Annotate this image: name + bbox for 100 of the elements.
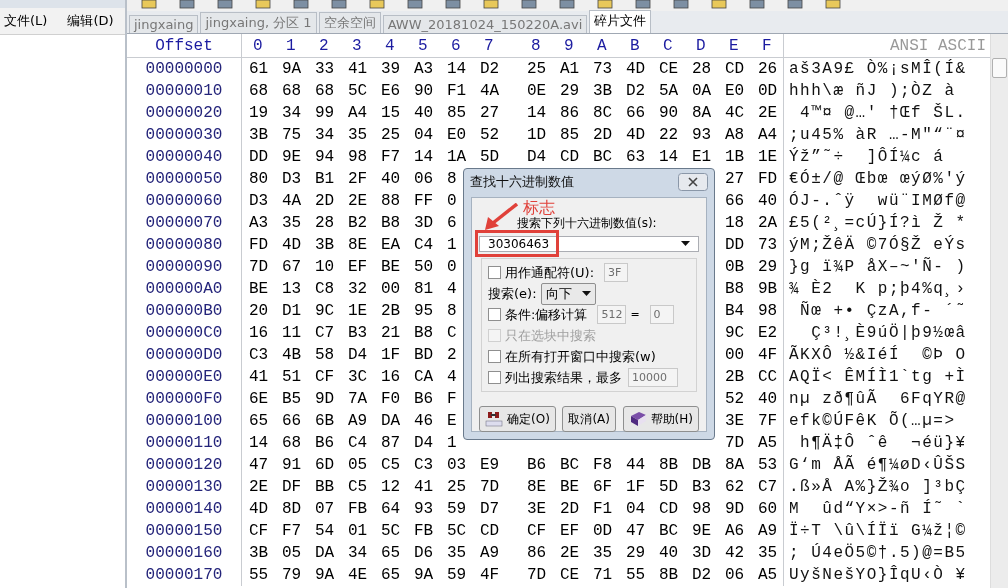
column-header: B xyxy=(629,36,641,55)
column-header: 3 xyxy=(351,36,363,55)
hex-cell-text: 19 xyxy=(249,104,270,122)
column-header: C xyxy=(662,36,674,55)
hex-cell: 2 xyxy=(447,346,457,364)
menu-item[interactable]: 编辑(D) xyxy=(67,12,114,30)
offset-cell: 00000080 xyxy=(127,234,242,256)
hex-cell-text: BD xyxy=(414,346,435,364)
offset-cell: 00000030 xyxy=(127,124,242,146)
checkbox[interactable] xyxy=(488,350,501,363)
hex-cell-text: 61 xyxy=(249,60,270,78)
hex-cell-text: CF xyxy=(249,522,270,540)
toolbar-icon[interactable] xyxy=(711,0,727,9)
hex-cell-text: 4C xyxy=(725,104,746,122)
hex-cell-text: D4 xyxy=(414,434,435,452)
toolbar-icon[interactable] xyxy=(521,0,537,9)
tab[interactable]: jingxaing xyxy=(129,15,199,33)
hex-cell: F xyxy=(447,390,457,408)
hex-cell-text: 1F xyxy=(626,478,647,496)
hex-cell-text: C3 xyxy=(249,346,270,364)
scrollbar-thumb[interactable] xyxy=(992,58,1007,78)
hex-cell-text: 27 xyxy=(725,170,746,188)
dialog-button[interactable]: 帮助(H) xyxy=(622,406,699,432)
hex-cell-text: 4E xyxy=(348,566,369,584)
column-header: A xyxy=(596,36,608,55)
hex-cell-text: 4A xyxy=(480,82,501,100)
hex-cell-text: 25 xyxy=(381,126,402,144)
toolbar-icon[interactable] xyxy=(559,0,575,9)
scrollbar[interactable] xyxy=(990,34,1008,588)
hex-cell-text: 65 xyxy=(381,566,402,584)
option-label: 搜索(e): xyxy=(488,284,537,303)
hex-cell-text: 11 xyxy=(282,324,303,342)
hex-cell-text: BC xyxy=(593,148,614,166)
dialog-button[interactable]: 确定(O) xyxy=(479,406,556,432)
hex-cell-text: 58 xyxy=(315,346,336,364)
checkbox[interactable] xyxy=(488,371,501,384)
hex-value-combobox[interactable]: 30306463 xyxy=(479,236,699,252)
tab[interactable]: jingxaing, 分区 1 xyxy=(200,12,317,33)
hex-cell-text: C5 xyxy=(381,456,402,474)
close-icon[interactable] xyxy=(678,173,708,191)
tab[interactable]: AWW_20181024_150220A.avi xyxy=(382,15,588,33)
hex-cell-text: 7D xyxy=(249,258,270,276)
toolbar-icon[interactable] xyxy=(407,0,423,9)
toolbar-icon[interactable] xyxy=(483,0,499,9)
hex-cell-text: 66 xyxy=(725,192,746,210)
hex-cell-text: 79 xyxy=(282,566,303,584)
hex-cell-text: 2E xyxy=(758,104,779,122)
hex-cell-text: 1F xyxy=(381,346,402,364)
toolbar-icon[interactable] xyxy=(749,0,765,9)
hex-cell-text: EA xyxy=(381,236,402,254)
hex-cell-text: DF xyxy=(282,478,303,496)
hex-cell-text: 3B xyxy=(249,544,270,562)
toolbar-icon[interactable] xyxy=(787,0,803,9)
hex-cell-text: 34 xyxy=(282,104,303,122)
hex-cell-text: D2 xyxy=(480,60,501,78)
hex-cell: 6 xyxy=(447,214,457,232)
hex-cell-text: A5 xyxy=(758,566,779,584)
direction-dropdown[interactable]: 向下 xyxy=(540,282,596,305)
toolbar-icon[interactable] xyxy=(255,0,271,9)
toolbar-icon[interactable] xyxy=(673,0,689,9)
hex-cell-text: 28 xyxy=(315,214,336,232)
hex-cell-text: CF xyxy=(527,522,548,540)
hex-cell-text: 06 xyxy=(414,170,435,188)
hex-cell-text: 4D xyxy=(626,126,647,144)
tab[interactable]: 碎片文件 xyxy=(589,10,652,33)
tab[interactable]: 空余空间 xyxy=(318,12,381,33)
hex-cell-text: 66 xyxy=(626,104,647,122)
dialog-button[interactable]: 取消(A) xyxy=(562,406,616,432)
toolbar-icon[interactable] xyxy=(369,0,385,9)
hex-cell-text: 05 xyxy=(348,456,369,474)
hex-cell-text: 21 xyxy=(381,324,402,342)
offset-cell: 00000000 xyxy=(127,58,242,80)
toolbar-icon[interactable] xyxy=(445,0,461,9)
hex-cell-text: DA xyxy=(315,544,336,562)
hex-cell-text: CD xyxy=(659,500,680,518)
toolbar-icon[interactable] xyxy=(141,0,157,9)
checkbox[interactable] xyxy=(488,308,501,321)
hex-cell-text: D1 xyxy=(282,302,303,320)
hex-cell-text: B2 xyxy=(348,214,369,232)
annotation-arrow xyxy=(484,203,518,231)
hex-cell-text: 59 xyxy=(447,500,468,518)
hex-cell-text: 6F xyxy=(593,478,614,496)
hex-cell-text: 35 xyxy=(758,544,779,562)
toolbar-icon[interactable] xyxy=(179,0,195,9)
ansi-text: efk©ÚFêK Õ(…µ=> xyxy=(788,412,957,430)
toolbar-icon[interactable] xyxy=(293,0,309,9)
hex-cell-text: E6 xyxy=(381,82,402,100)
column-header: 8 xyxy=(530,36,542,55)
toolbar-icon[interactable] xyxy=(331,0,347,9)
hex-cell-text: CD xyxy=(480,522,501,540)
hex-cell-text: 03 xyxy=(447,456,468,474)
hex-cell-text: 98 xyxy=(692,500,713,518)
checkbox[interactable] xyxy=(488,266,501,279)
toolbar-icon[interactable] xyxy=(825,0,841,9)
menu-item[interactable]: 文件(L) xyxy=(4,12,48,30)
ansi-text: UyšNešYO}ÎqU‹Ò ¥ xyxy=(788,566,968,584)
hex-cell-text: DD xyxy=(249,148,270,166)
offset-cell: 00000090 xyxy=(127,256,242,278)
hex-cell-text: 6B xyxy=(315,412,336,430)
toolbar-icon[interactable] xyxy=(217,0,233,9)
